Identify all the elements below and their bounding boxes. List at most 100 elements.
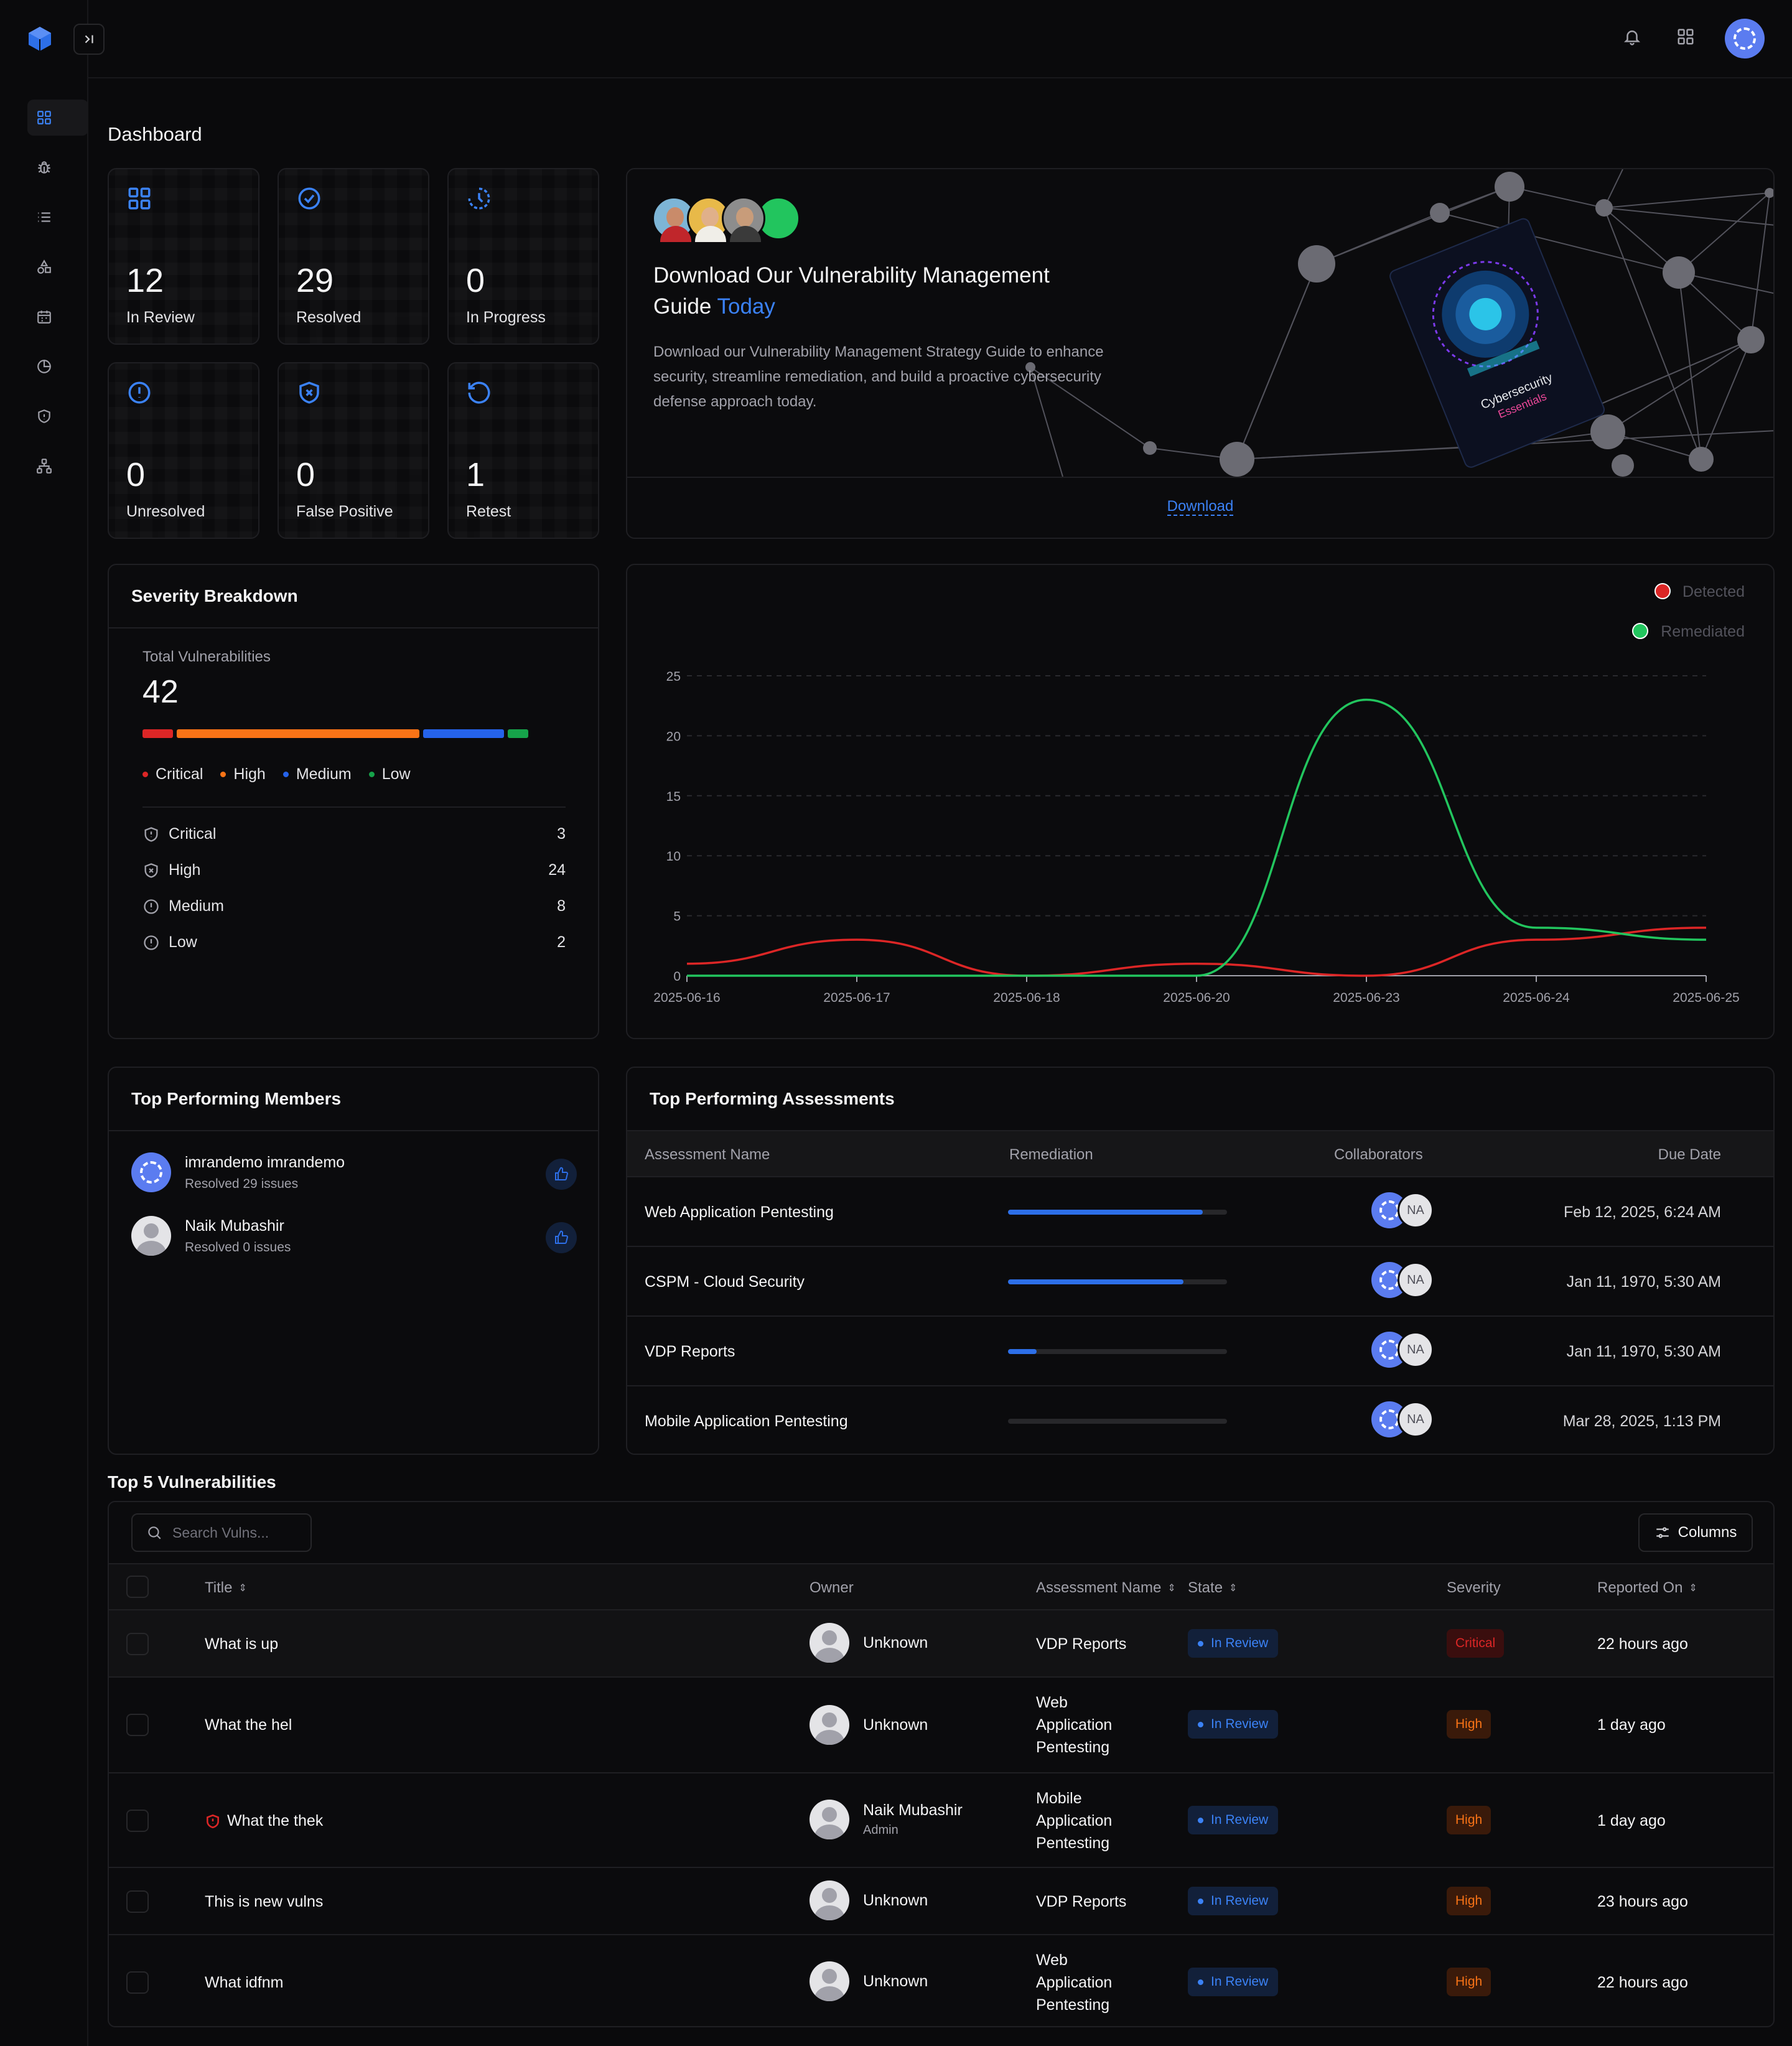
table-row[interactable]: What is up Unknown VDP Reports In Review… [109,1609,1773,1676]
panel-expand-icon [85,35,93,44]
assessment-name: VDP Reports [645,1343,735,1360]
row-checkbox[interactable] [126,1633,149,1655]
nav-calendar[interactable] [27,299,88,335]
shield-x-icon [144,862,158,878]
stat-label: In Review [126,309,195,326]
columns-button[interactable]: Columns [1638,1513,1753,1552]
stat-value: 1 [466,456,485,493]
x-tick-label: 2025-06-16 [653,991,720,1005]
collaborators: NA [1371,1262,1440,1302]
collaborators: NA [1371,1192,1440,1232]
nav-assets[interactable] [27,249,88,285]
due-date: Jan 11, 1970, 5:30 AM [1566,1343,1721,1360]
table-row[interactable]: What the thek Naik Mubashir Admin Mobile … [109,1772,1773,1867]
vuln-title[interactable]: What idfnm [205,1974,283,1992]
shapes-icon [37,259,51,274]
table-row[interactable]: Web Application Pentesting NA Feb 12, 20… [627,1176,1773,1246]
search-placeholder: Search Vulns... [172,1524,269,1541]
bell-icon[interactable] [1623,27,1641,49]
table-row[interactable]: This is new vulns Unknown VDP Reports In… [109,1867,1773,1934]
nav-organization[interactable] [27,448,88,484]
download-link[interactable]: Download [1167,498,1234,516]
table-row[interactable]: CSPM - Cloud Security NA Jan 11, 1970, 5… [627,1246,1773,1315]
refresh-icon [468,381,490,404]
vulnerabilities-table-card: Search Vulns... Columns Title ⇕ Owner Ass… [108,1501,1775,2027]
member-resolved: Resolved 0 issues [185,1240,291,1254]
avatar [810,1961,849,2001]
column-header-title[interactable]: Title ⇕ [205,1579,247,1597]
stat-card-resolved[interactable]: 29 Resolved [278,168,429,345]
member-item[interactable]: Naik Mubashir Resolved 0 issues [131,1216,291,1256]
top-assessments-card: Top Performing Assessments Assessment Na… [626,1067,1775,1455]
search-input[interactable]: Search Vulns... [131,1513,312,1552]
thumbs-up-icon[interactable] [546,1222,577,1253]
member-item[interactable]: imrandemo imrandemo Resolved 29 issues [131,1152,345,1192]
sidebar-toggle-button[interactable] [73,24,105,55]
stat-label: Resolved [296,309,362,326]
avatar [810,1880,849,1920]
x-tick-label: 2025-06-20 [1163,991,1230,1005]
column-header-owner: Owner [810,1579,854,1596]
stat-card-false-positive[interactable]: 0 False Positive [278,362,429,539]
table-row[interactable]: Mobile Application Pentesting NA Mar 28,… [627,1385,1773,1454]
vuln-title[interactable]: This is new vulns [205,1893,323,1911]
stat-card-unresolved[interactable]: 0 Unresolved [108,362,259,539]
vuln-title[interactable]: What the thek [205,1812,323,1830]
column-header-severity: Severity [1447,1579,1501,1596]
thumbs-up-icon[interactable] [546,1159,577,1190]
table-row[interactable]: What idfnm Unknown Web Application Pente… [109,1934,1773,2026]
logo-icon[interactable] [26,25,54,55]
dashboard-icon [37,111,51,124]
table-header: Assessment Name Remediation Collaborator… [627,1130,1773,1176]
series-line-detected [686,927,1707,977]
x-tick-label: 2025-06-25 [1673,991,1739,1005]
legend-marker [1632,623,1648,639]
column-header-state[interactable]: State ⇕ [1188,1579,1237,1597]
severity-row-low: Low 2 [142,933,566,951]
section-title: Severity Breakdown [131,586,298,605]
select-all-checkbox[interactable] [126,1576,149,1598]
nav-vulnerabilities[interactable] [27,149,88,185]
state-badge: In Review [1188,1710,1279,1739]
stat-card-retest[interactable]: 1 Retest [447,362,599,539]
apps-grid-icon[interactable] [1676,27,1695,49]
stat-card-in-review[interactable]: 12 In Review [108,168,259,345]
user-avatar[interactable] [1725,19,1765,58]
x-tick-label: 2025-06-17 [823,991,890,1005]
column-header: Remediation [1009,1146,1093,1163]
assessment-name: VDP Reports [1036,1893,1127,1910]
row-checkbox[interactable] [126,1714,149,1736]
table-row[interactable]: What the hel Unknown Web Application Pen… [109,1676,1773,1772]
sidebar [0,0,88,2046]
stat-card-in-progress[interactable]: 0 In Progress [447,168,599,345]
column-header-assessment[interactable]: Assessment Name ⇕ [1036,1579,1176,1597]
stat-label: Unresolved [126,503,205,520]
vuln-title[interactable]: What is up [205,1635,278,1653]
alert-circle-icon [128,381,151,404]
sliders-icon [1656,1527,1669,1538]
row-checkbox[interactable] [126,1810,149,1832]
assessment-name: CSPM - Cloud Security [645,1273,805,1291]
nav-dashboard[interactable] [27,100,88,136]
due-date: Feb 12, 2025, 6:24 AM [1564,1203,1721,1221]
nav-security[interactable] [27,398,88,434]
table-row[interactable]: VDP Reports NA Jan 11, 1970, 5:30 AM [627,1315,1773,1385]
collaborators: NA [1371,1401,1440,1441]
vuln-title[interactable]: What the hel [205,1716,292,1734]
row-checkbox[interactable] [126,1971,149,1994]
nav-reports[interactable] [27,348,88,385]
promo-avatars [652,197,800,242]
nav-list[interactable] [27,199,88,235]
promo-description: Download our Vulnerability Management St… [653,343,1104,410]
legend-label: Detected [1682,583,1745,600]
shield-alert-icon [207,1814,219,1828]
bug-icon [38,161,50,174]
severity-badge: Critical [1447,1629,1505,1658]
severity-row-critical: Critical 3 [142,825,566,843]
total-label: Total Vulnerabilities [142,648,271,665]
severity-badge: High [1447,1968,1491,1996]
assessment-name: Mobile Application Pentesting [1036,1790,1113,1852]
row-checkbox[interactable] [126,1890,149,1913]
column-header-reported[interactable]: Reported On ⇕ [1597,1579,1697,1597]
stat-label: Retest [466,503,511,520]
